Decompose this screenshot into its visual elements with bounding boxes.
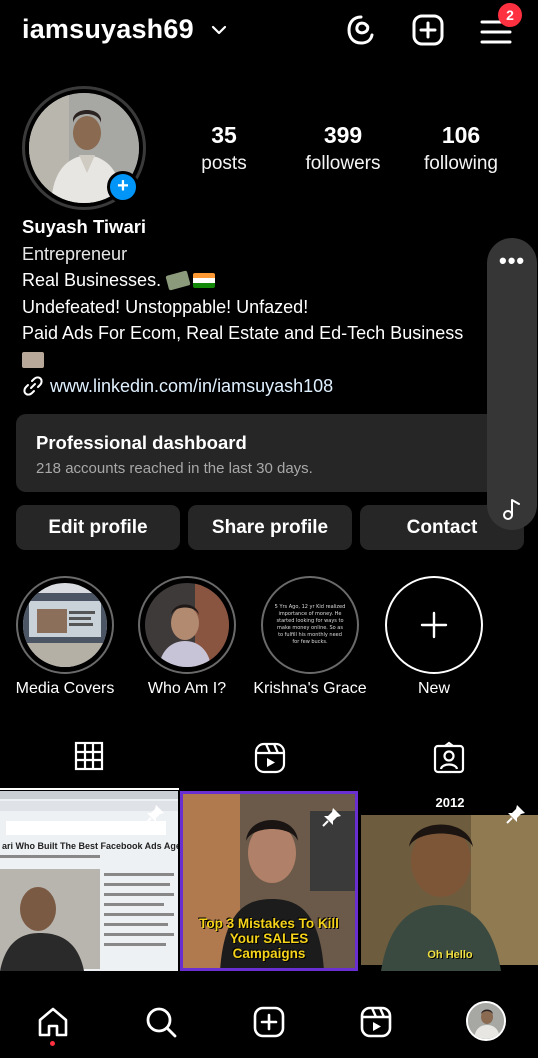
tab-reels[interactable] [179, 728, 358, 790]
posts-stat[interactable]: 35 posts [164, 122, 284, 175]
threads-icon[interactable] [344, 13, 378, 47]
post-caption: Top 3 Mistakes To Kill Your SALES Campai… [199, 916, 339, 961]
add-story-button[interactable]: + [107, 171, 139, 203]
floating-side-panel[interactable]: ••• [487, 238, 537, 530]
profile-avatar-nav[interactable] [466, 1001, 506, 1041]
highlight-label: New [417, 680, 450, 697]
pin-icon [506, 805, 525, 824]
money-emoji-icon [165, 270, 191, 291]
posts-count: 35 [211, 122, 237, 148]
tab-posts-grid[interactable] [0, 728, 179, 790]
post-caption: ari Who Built The Best Facebook Ads Agen… [2, 841, 178, 851]
plus-icon [420, 611, 448, 639]
home-icon[interactable] [36, 1005, 70, 1039]
notification-badge: 2 [498, 3, 522, 27]
photo-emoji-icon [22, 351, 44, 368]
create-icon[interactable] [411, 13, 445, 47]
reels-nav-icon[interactable] [359, 1005, 393, 1039]
highlight-cover [145, 583, 229, 667]
professional-dashboard[interactable]: Professional dashboard 218 accounts reac… [16, 414, 522, 492]
more-options-icon[interactable]: ••• [499, 250, 525, 272]
edit-profile-button[interactable]: Edit profile [16, 505, 180, 550]
tagged-icon [433, 741, 465, 774]
bottom-navigation [0, 987, 538, 1058]
bio-link[interactable]: www.linkedin.com/in/iamsuyash108 [22, 373, 492, 400]
followers-count: 399 [323, 122, 363, 148]
share-profile-button[interactable]: Share profile [188, 505, 352, 550]
bio-link-text[interactable]: www.linkedin.com/in/iamsuyash108 [50, 376, 333, 396]
following-count: 106 [441, 122, 481, 148]
bio-line-2: Undefeated! Unstoppable! Unfazed! [22, 296, 309, 317]
post-caption: Oh Hello [427, 949, 473, 961]
highlight-ring: 5 Yrs Ago, 12 yr Kid realized importance… [261, 576, 359, 674]
bio-line-1-text: Real Businesses. [22, 270, 162, 290]
highlight-who-am-i[interactable]: Who Am I? [138, 576, 236, 697]
highlight-ring [16, 576, 114, 674]
dashboard-title: Professional dashboard [36, 432, 247, 453]
active-tab-indicator [0, 788, 179, 790]
post-grid: ari Who Built The Best Facebook Ads Agen… [0, 791, 538, 987]
search-icon[interactable] [144, 1005, 178, 1039]
display-name: Suyash Tiwari [22, 216, 147, 237]
highlight-ring [385, 576, 483, 674]
chevron-down-icon[interactable] [210, 21, 228, 39]
highlight-cover: 5 Yrs Ago, 12 yr Kid realized importance… [268, 583, 352, 667]
pin-icon [145, 805, 164, 824]
highlight-new[interactable]: New [385, 576, 483, 697]
music-note-icon[interactable] [499, 496, 525, 522]
india-flag-icon [193, 273, 216, 288]
highlight-ring [138, 576, 236, 674]
post-thumbnail[interactable]: Top 3 Mistakes To Kill Your SALES Campai… [180, 791, 358, 971]
tab-tagged[interactable] [358, 728, 537, 790]
bio: Suyash Tiwari Entrepreneur Real Business… [22, 214, 492, 400]
following-stat[interactable]: 106 following [401, 122, 521, 175]
followers-stat[interactable]: 399 followers [283, 122, 403, 175]
bio-line-3: Paid Ads For Ecom, Real Estate and Ed-Te… [22, 323, 464, 343]
post-thumbnail[interactable]: 2012 Oh Hello [361, 791, 538, 971]
dashboard-subtitle: 218 accounts reached in the last 30 days… [36, 460, 313, 477]
profile-header: iamsuyash69 2 [0, 0, 538, 64]
profile-tabs [0, 728, 538, 790]
username-switcher[interactable]: iamsuyash69 [22, 14, 194, 45]
posts-label: posts [201, 153, 247, 174]
category-label: Entrepreneur [22, 243, 128, 264]
highlight-cover [23, 583, 107, 667]
bio-line-1: Real Businesses. [22, 267, 492, 294]
home-activity-dot [50, 1041, 55, 1046]
followers-label: followers [305, 153, 381, 174]
pin-icon [322, 808, 341, 827]
link-icon [23, 376, 43, 396]
grid-icon [74, 741, 104, 771]
highlight-krishnas-grace[interactable]: 5 Yrs Ago, 12 yr Kid realized importance… [253, 576, 367, 697]
reels-icon [254, 742, 286, 774]
highlight-media-covers[interactable]: Media Covers [16, 576, 114, 697]
highlight-cover-text: 5 Yrs Ago, 12 yr Kid realized importance… [274, 604, 346, 645]
create-post-icon[interactable] [252, 1005, 286, 1039]
bio-line-4 [22, 347, 492, 374]
post-thumbnail[interactable]: ari Who Built The Best Facebook Ads Agen… [0, 791, 178, 971]
following-label: following [424, 153, 498, 174]
